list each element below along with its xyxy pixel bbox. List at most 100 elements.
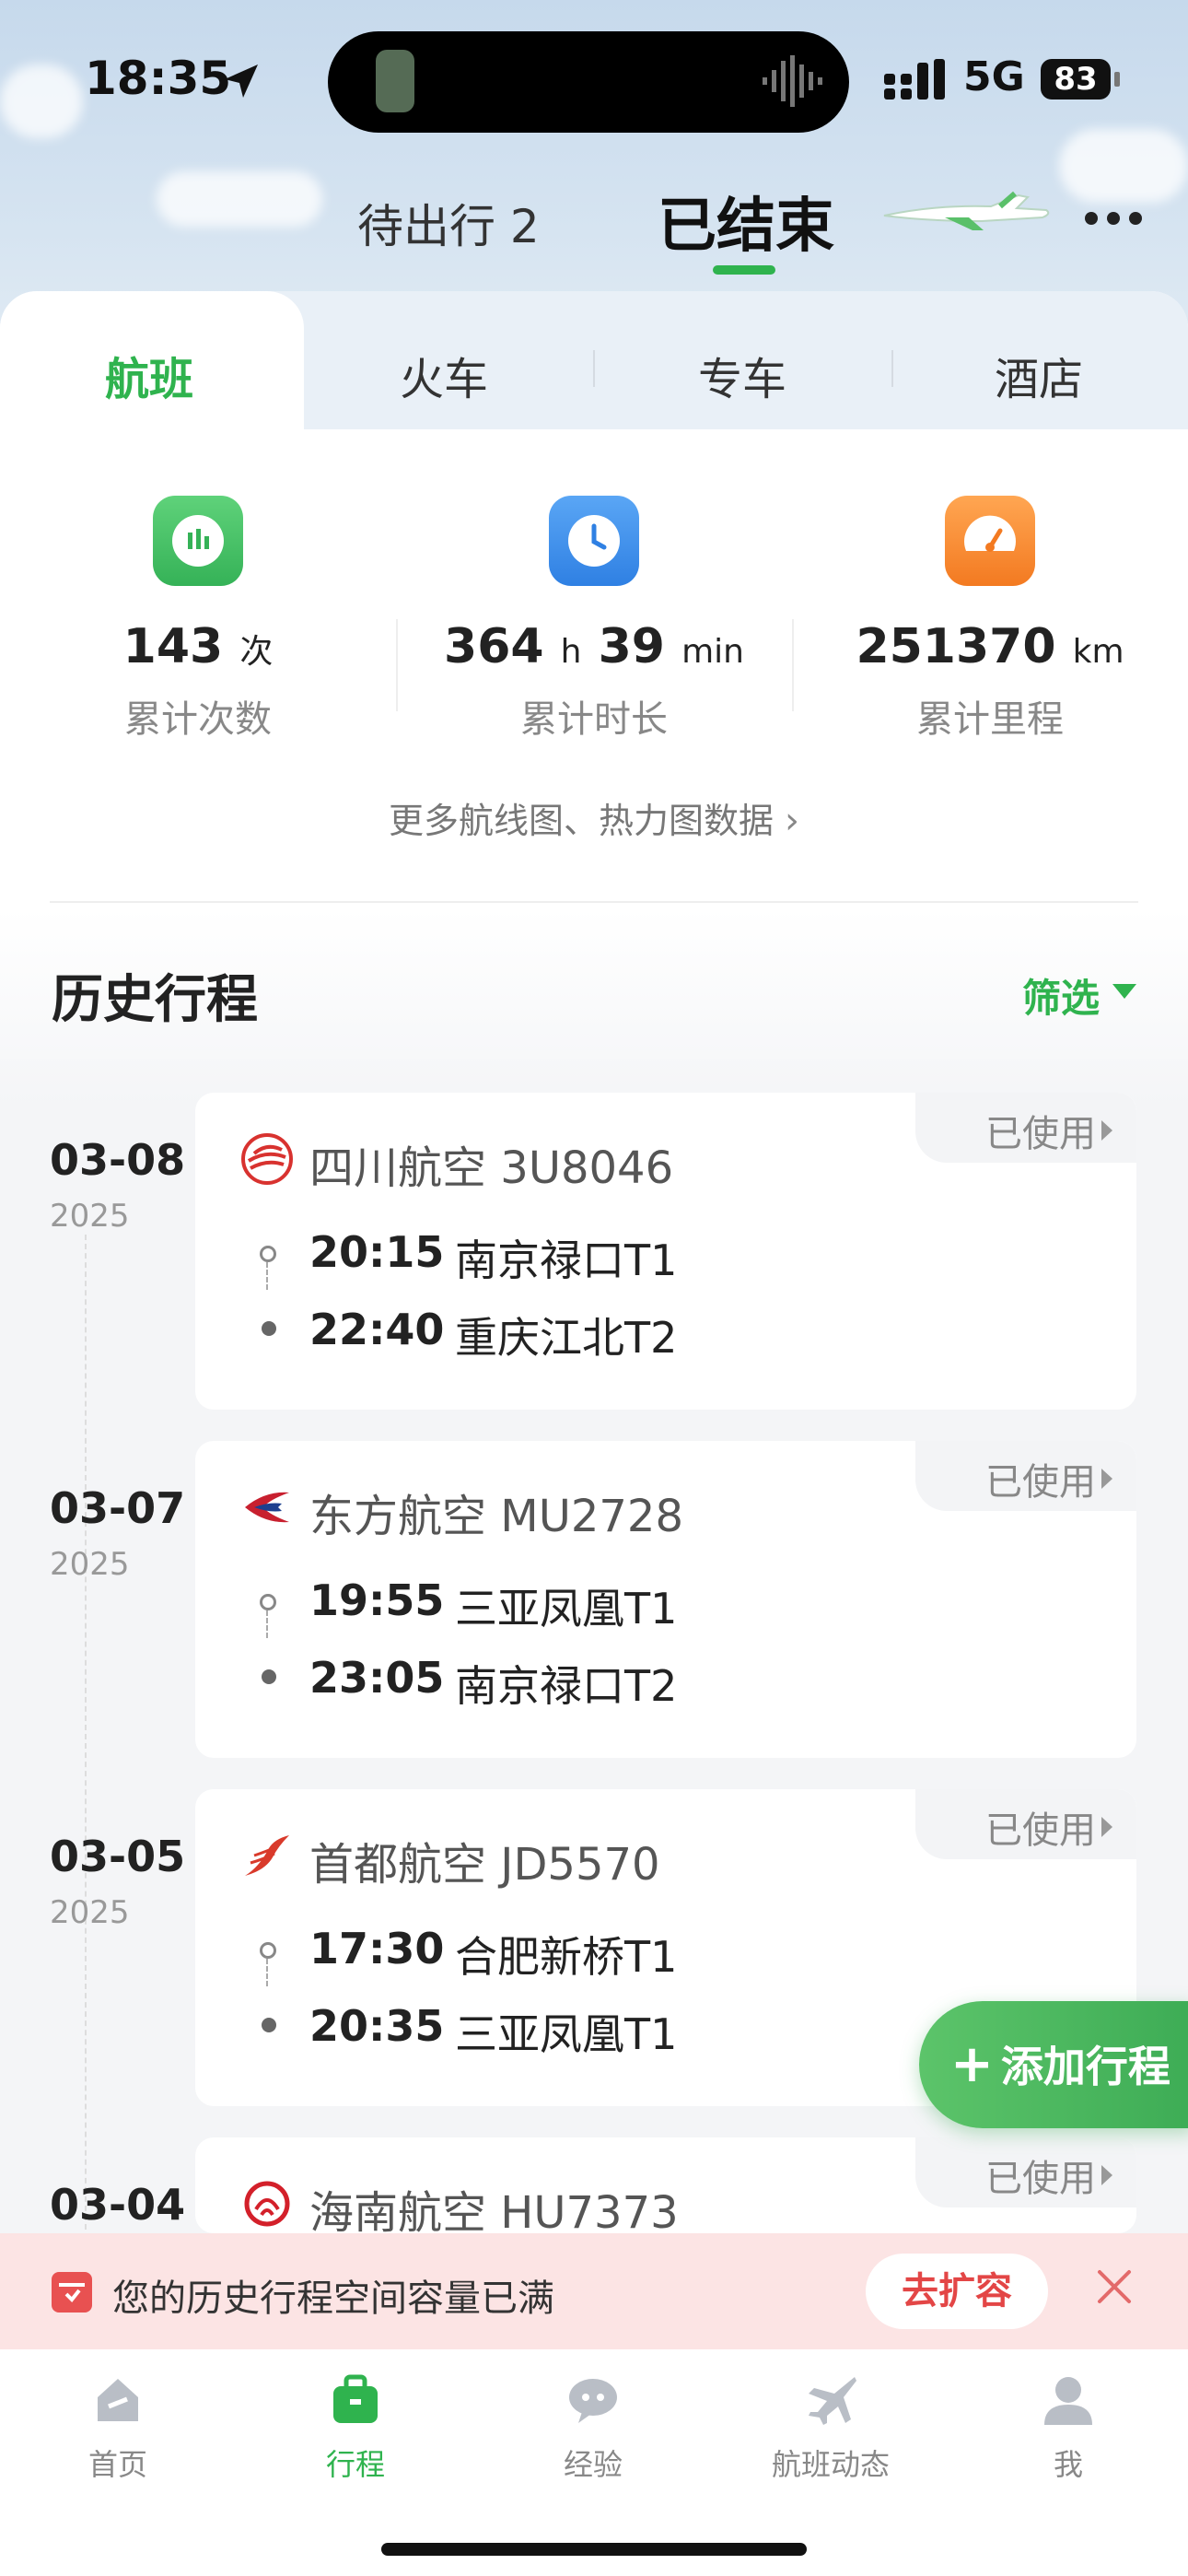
stat-distance-label: 累计里程 bbox=[916, 698, 1064, 741]
cloud-decoration bbox=[1059, 129, 1188, 203]
clock-icon bbox=[549, 496, 639, 586]
expand-capacity-button[interactable]: 去扩容 bbox=[866, 2254, 1048, 2329]
audio-waveform-icon bbox=[763, 55, 822, 107]
airline-flight: 东方航空 MU2728 bbox=[309, 1491, 683, 1542]
china-eastern-logo-icon bbox=[245, 1492, 289, 1523]
chevron-right-icon bbox=[1101, 1817, 1112, 1837]
status-text: 已使用 bbox=[985, 1461, 1096, 1504]
tab-pending-trips[interactable]: 待出行 2 bbox=[357, 190, 540, 256]
sichuan-airlines-logo-icon bbox=[241, 1133, 293, 1185]
departure-dot bbox=[260, 1942, 276, 1959]
airline-flight: 海南航空 HU7373 bbox=[309, 2187, 679, 2233]
trip-date: 03-04 bbox=[50, 2180, 186, 2230]
filter-button[interactable]: 筛选 bbox=[1022, 967, 1100, 1024]
departure-airport: 三亚凤凰T1 bbox=[455, 1584, 678, 1633]
stat-distance-value: 251370 km bbox=[856, 619, 1124, 674]
stat-divider bbox=[792, 619, 794, 711]
route-line bbox=[266, 1610, 268, 1638]
arrival-airport: 三亚凤凰T1 bbox=[455, 2009, 678, 2059]
nav-label: 首页 bbox=[87, 2447, 147, 2482]
arrival-time: 22:40 bbox=[309, 1305, 445, 1354]
stat-count-value: 143 次 bbox=[122, 619, 274, 674]
more-options-icon[interactable] bbox=[1083, 208, 1144, 228]
tab-trains[interactable]: 火车 bbox=[352, 343, 536, 407]
departure-airport: 合肥新桥T1 bbox=[455, 1932, 678, 1982]
location-arrow-icon bbox=[225, 64, 258, 98]
battery-tip bbox=[1114, 72, 1120, 87]
nav-label: 我 bbox=[1053, 2447, 1083, 2482]
nav-flight-status[interactable]: 航班动态 bbox=[748, 2370, 914, 2484]
cloud-decoration bbox=[157, 171, 322, 227]
trip-year: 2025 bbox=[50, 1546, 130, 1583]
nav-home[interactable]: 首页 bbox=[35, 2370, 201, 2484]
stat-duration-label: 累计时长 bbox=[520, 698, 668, 741]
departure-time: 19:55 bbox=[309, 1575, 445, 1625]
cloud-decoration bbox=[0, 64, 83, 138]
tab-flights[interactable]: 航班 bbox=[57, 343, 241, 407]
airline-flight: 首都航空 JD5570 bbox=[309, 1839, 660, 1891]
nav-label: 航班动态 bbox=[771, 2447, 890, 2482]
tab-car-service[interactable]: 专车 bbox=[650, 343, 834, 407]
tab-separator bbox=[593, 350, 595, 387]
status-text: 已使用 bbox=[985, 1809, 1096, 1852]
nav-me[interactable]: 我 bbox=[985, 2370, 1151, 2484]
departure-dot bbox=[260, 1246, 276, 1262]
status-text: 已使用 bbox=[985, 1113, 1096, 1155]
filter-dropdown-icon[interactable] bbox=[1112, 984, 1136, 999]
more-route-data-link[interactable]: 更多航线图、热力图数据 › bbox=[0, 792, 1188, 843]
network-type: 5G bbox=[963, 53, 1025, 100]
storage-warning-icon bbox=[52, 2272, 92, 2313]
now-playing-thumbnail bbox=[376, 50, 414, 112]
arrival-airport: 南京禄口T2 bbox=[455, 1661, 678, 1711]
status-time: 18:35 bbox=[85, 52, 232, 105]
user-icon bbox=[1044, 2377, 1092, 2425]
close-icon[interactable] bbox=[1092, 2265, 1136, 2309]
nav-trips[interactable]: 行程 bbox=[273, 2370, 438, 2484]
suitcase-icon bbox=[333, 2374, 378, 2423]
trip-card[interactable]: 已使用 东方航空 MU2728 19:55 三亚凤凰T1 23:05 南京禄口T… bbox=[195, 1441, 1136, 1758]
trip-year: 2025 bbox=[50, 1894, 130, 1931]
status-text: 已使用 bbox=[985, 2158, 1096, 2200]
trip-date: 03-07 bbox=[50, 1483, 186, 1533]
timeline-line bbox=[85, 1235, 87, 2230]
departure-airport: 南京禄口T1 bbox=[455, 1235, 678, 1285]
tab-ended-trips[interactable]: 已结束 bbox=[658, 179, 834, 263]
departure-time: 20:15 bbox=[309, 1227, 445, 1277]
route-line bbox=[266, 1262, 268, 1290]
speedometer-icon bbox=[945, 496, 1035, 586]
airline-flight: 四川航空 3U8046 bbox=[309, 1142, 674, 1194]
home-indicator bbox=[381, 2543, 807, 2556]
chat-bubble-icon bbox=[569, 2379, 617, 2423]
arrival-dot bbox=[262, 1321, 276, 1336]
trip-card[interactable]: 已使用 四川航空 3U8046 20:15 南京禄口T1 22:40 重庆江北T… bbox=[195, 1093, 1136, 1410]
airplane-illustration-icon bbox=[883, 191, 1050, 230]
chevron-right-icon bbox=[1101, 1120, 1112, 1141]
active-tab-indicator bbox=[713, 265, 775, 275]
stat-duration-value: 364 h 39 min bbox=[444, 619, 744, 674]
arrival-time: 23:05 bbox=[309, 1653, 445, 1703]
tab-hotels[interactable]: 酒店 bbox=[947, 343, 1131, 407]
trip-card[interactable]: 已使用 海南航空 HU7373 bbox=[195, 2137, 1136, 2233]
arrival-dot bbox=[262, 1669, 276, 1684]
banner-message: 您的历史行程空间容量已满 bbox=[112, 2277, 554, 2320]
departure-dot bbox=[260, 1594, 276, 1610]
capital-airlines-logo-icon bbox=[245, 1835, 289, 1876]
trip-year: 2025 bbox=[50, 1198, 130, 1235]
stat-count-label: 累计次数 bbox=[124, 698, 272, 741]
chevron-right-icon bbox=[1101, 1469, 1112, 1489]
nav-experience[interactable]: 经验 bbox=[510, 2370, 676, 2484]
route-line bbox=[266, 1959, 268, 1986]
home-icon bbox=[98, 2379, 138, 2421]
arrival-dot bbox=[262, 2018, 276, 2032]
departure-time: 17:30 bbox=[309, 1924, 445, 1973]
nav-label: 行程 bbox=[325, 2447, 385, 2482]
trip-date: 03-08 bbox=[50, 1135, 186, 1185]
bar-chart-icon bbox=[153, 496, 243, 586]
airplane-icon bbox=[809, 2377, 856, 2425]
nav-label: 经验 bbox=[563, 2447, 623, 2482]
hainan-airlines-logo-icon bbox=[244, 2181, 290, 2227]
divider bbox=[50, 901, 1138, 903]
stat-divider bbox=[396, 619, 398, 711]
plus-icon: + bbox=[950, 2034, 994, 2094]
add-trip-button[interactable]: + 添加行程 bbox=[919, 2001, 1188, 2128]
